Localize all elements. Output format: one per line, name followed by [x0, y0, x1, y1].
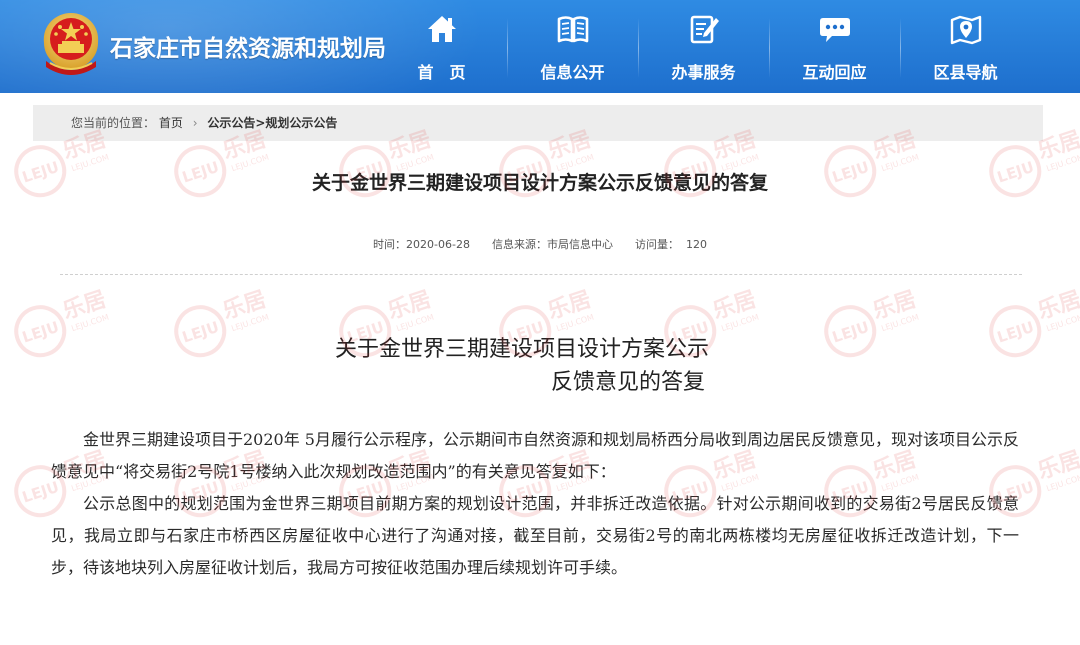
article-date: 时间：2020-06-28	[373, 238, 470, 251]
svg-text:LEJU.COM: LEJU.COM	[1045, 473, 1080, 494]
meta-divider	[60, 274, 1022, 275]
article-title: 关于金世界三期建设项目设计方案公示反馈意见的答复	[311, 172, 768, 194]
svg-text:LEJU.COM: LEJU.COM	[720, 313, 760, 334]
main-nav: 首 页 信息公开 办事服务 互动回应 区县导航	[376, 0, 1080, 93]
svg-text:乐居: 乐居	[385, 287, 435, 324]
leju-watermark-icon: LEJU 乐居 LEJU.COM	[977, 270, 1080, 371]
article-body: 金世界三期建设项目于2020年 5月履行公示程序，公示期间市自然资源和规划局桥西…	[51, 424, 1019, 584]
article-views-count: 120	[685, 238, 707, 251]
nav-item-district-nav[interactable]: 区县导航	[900, 0, 1031, 93]
leju-watermark-icon: LEJU 乐居 LEJU.COM	[812, 270, 938, 371]
nav-label-home: 首 页	[417, 63, 466, 82]
nav-item-info-disclosure[interactable]: 信息公开	[507, 0, 638, 93]
edit-document-icon	[690, 15, 719, 44]
book-icon	[557, 16, 588, 43]
svg-text:LEJU: LEJU	[995, 318, 1036, 347]
breadcrumb: 您当前的位置： 首页 › 公示公告>规划公示公告	[33, 105, 1043, 141]
article-source: 信息来源：市局信息中心	[491, 238, 613, 251]
article-paragraph: 金世界三期建设项目于2020年 5月履行公示程序，公示期间市自然资源和规划局桥西…	[51, 430, 1019, 481]
svg-text:乐居: 乐居	[1035, 447, 1080, 484]
breadcrumb-prefix: 您当前的位置：	[71, 116, 156, 130]
article-views-label: 访问量：	[634, 238, 679, 251]
national-emblem-icon[interactable]	[38, 9, 104, 79]
breadcrumb-current[interactable]: 公示公告>规划公示公告	[207, 105, 337, 141]
svg-text:乐居: 乐居	[870, 287, 920, 324]
article-paragraph: 公示总图中的规划范围为金世界三期项目前期方案的规划设计范围，并非拆迁改造依据。针…	[51, 494, 1019, 577]
svg-text:乐居: 乐居	[1035, 287, 1080, 324]
svg-text:乐居: 乐居	[60, 287, 110, 324]
nav-label-services: 办事服务	[671, 63, 736, 82]
site-name[interactable]: 石家庄市自然资源和规划局	[110, 29, 386, 63]
body-title-line-2: 反馈意见的答复	[551, 370, 706, 395]
breadcrumb-separator: ›	[192, 116, 198, 130]
svg-text:LEJU: LEJU	[180, 318, 221, 347]
map-pin-icon	[950, 15, 981, 45]
nav-label-district-nav: 区县导航	[933, 63, 998, 82]
svg-text:LEJU.COM: LEJU.COM	[880, 313, 920, 334]
nav-item-interaction[interactable]: 互动回应	[769, 0, 900, 93]
leju-watermark-icon: LEJU 乐居 LEJU.COM	[2, 270, 128, 371]
nav-label-interaction: 互动回应	[802, 63, 867, 82]
svg-text:LEJU: LEJU	[20, 318, 61, 347]
site-header: 石家庄市自然资源和规划局 首 页 信息公开 办事服务 互动回应 区县导航	[0, 0, 1080, 93]
svg-text:LEJU.COM: LEJU.COM	[1045, 313, 1080, 334]
chat-bubble-icon	[819, 18, 850, 42]
nav-item-home[interactable]: 首 页	[376, 0, 507, 93]
body-title-line-1: 关于金世界三期建设项目设计方案公示	[335, 337, 710, 362]
svg-text:LEJU: LEJU	[830, 318, 871, 347]
svg-text:LEJU.COM: LEJU.COM	[70, 313, 110, 334]
breadcrumb-home-link[interactable]: 首页	[159, 105, 183, 141]
home-icon	[427, 16, 456, 42]
svg-text:乐居: 乐居	[220, 287, 270, 324]
nav-label-info-disclosure: 信息公开	[540, 63, 605, 82]
leju-watermark-icon: LEJU 乐居 LEJU.COM	[162, 270, 288, 371]
svg-text:乐居: 乐居	[545, 287, 595, 324]
svg-text:乐居: 乐居	[710, 287, 760, 324]
svg-text:LEJU.COM: LEJU.COM	[230, 313, 270, 334]
article-meta: 时间：2020-06-28 信息来源：市局信息中心 访问量： 120	[0, 236, 1080, 252]
nav-item-services[interactable]: 办事服务	[638, 0, 769, 93]
